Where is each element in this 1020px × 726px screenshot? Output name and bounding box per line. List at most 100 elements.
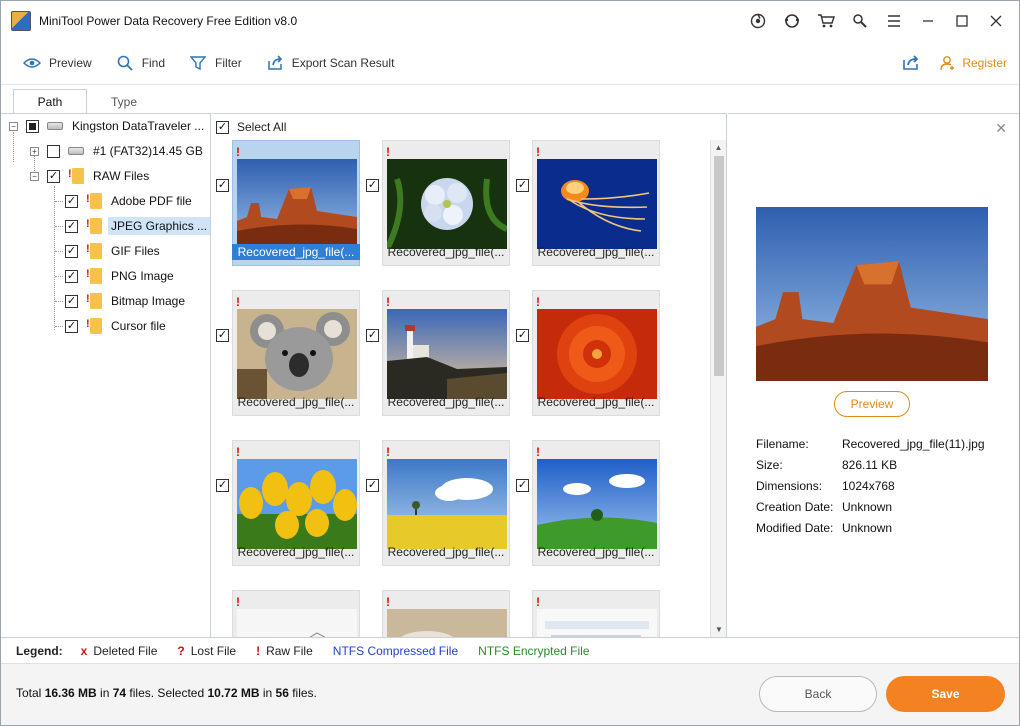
preview-button[interactable]: Preview [834,391,910,417]
thumbnail-image [237,159,357,249]
scroll-up-arrow[interactable]: ▲ [711,140,726,156]
file-checkbox[interactable]: ✓ [516,479,529,492]
mini-tool-logo-icon [11,11,31,31]
file-caption: Recovered_jpg_file(... [537,245,655,259]
raw-file-marker-icon: ! [236,295,240,309]
preview-tool-button[interactable]: Preview [23,54,92,72]
file-thumbnail[interactable]: ✓! Recovered_jpg_file(... [212,264,362,416]
tree-checkbox[interactable]: ✓ [65,194,78,208]
find-tool-button[interactable]: Find [116,54,165,72]
tree-item[interactable]: ✓ PNG Image [65,265,177,287]
usb-drive-icon [47,119,63,133]
thumbnail-image [237,309,357,399]
filter-tool-button[interactable]: Filter [189,54,242,72]
register-button[interactable]: Register [940,55,1007,71]
find-tool-label: Find [141,55,166,70]
thumbnail-image [537,459,657,549]
tree-root-label: Kingston DataTraveler ... [72,119,205,133]
file-checkbox[interactable]: ✓ [366,479,379,492]
file-grid: ✓ Select All ✓! Recovered_jpg_file(... ✓! R… [212,113,727,637]
scroll-thumb[interactable] [714,156,724,376]
tree-item[interactable]: ✓ JPEG Graphics ... [65,215,211,237]
file-thumbnail[interactable]: ! [212,564,362,637]
file-checkbox[interactable]: ✓ [366,329,379,342]
tree-item-label: Adobe PDF file [111,194,192,208]
raw-folder-icon [86,218,102,234]
tab-path[interactable]: Path [13,89,87,114]
legend-label: Lost File [190,643,237,658]
maximize-icon[interactable] [945,7,979,35]
file-checkbox[interactable]: ✓ [516,329,529,342]
tree-checkbox[interactable]: ✓ [65,269,78,283]
info-value: Unknown [842,521,893,535]
raw-file-marker-icon: ! [386,595,390,609]
collapse-icon[interactable]: − [9,121,18,131]
tree-item[interactable]: ✓ Adobe PDF file [65,190,195,212]
menu-icon[interactable] [877,7,911,35]
file-checkbox[interactable]: ✓ [216,179,229,192]
tree-checkbox[interactable] [26,119,39,133]
file-thumbnail[interactable]: ✓! Recovered_jpg_file(... [212,414,362,566]
thumbnail-frame[interactable]: ! [232,590,360,637]
tree-checkbox[interactable]: ✓ [65,319,78,333]
file-checkbox[interactable]: ✓ [366,179,379,192]
key-icon[interactable] [843,7,877,35]
tab-type[interactable]: Type [87,89,161,113]
legend-label: NTFS Encrypted File [478,643,590,658]
tree-raw-files[interactable]: − ✓ RAW Files [30,165,152,187]
legend-symbol-icon: ? [177,643,185,658]
expand-icon[interactable]: + [30,146,39,156]
raw-file-marker-icon: ! [386,445,390,459]
minimize-icon[interactable] [911,7,945,35]
close-preview-icon[interactable]: ✕ [995,120,1007,137]
collapse-icon[interactable]: − [30,171,39,181]
save-button[interactable]: Save [886,676,1005,712]
file-thumbnail[interactable]: ✓! Recovered_jpg_file(... [512,414,662,566]
app-window: MiniTool Power Data Recovery Free Editio… [0,0,1020,726]
info-value: 1024x768 [842,479,895,493]
file-info-row: Modified Date: Unknown [756,521,892,535]
scroll-down-arrow[interactable]: ▼ [711,622,726,637]
tree-item[interactable]: ✓ Cursor file [65,315,169,337]
tree-item[interactable]: ✓ Bitmap Image [65,290,188,312]
raw-file-marker-icon: ! [536,145,540,159]
close-icon[interactable] [979,7,1013,35]
cart-icon[interactable] [809,7,843,35]
thumbnail-frame[interactable]: ! [532,590,660,637]
file-thumbnail[interactable]: ! [512,564,662,637]
tree-checkbox[interactable]: ✓ [65,219,78,233]
file-checkbox[interactable]: ✓ [516,179,529,192]
file-checkbox[interactable]: ✓ [216,479,229,492]
file-thumbnail[interactable]: ✓! Recovered_jpg_file(... [512,264,662,416]
back-button[interactable]: Back [759,676,877,712]
file-thumbnail[interactable]: ✓! Recovered_jpg_file(... [362,114,512,266]
info-key: Size: [756,458,783,472]
thumbnail-image [387,459,507,549]
window-title: MiniTool Power Data Recovery Free Editio… [39,14,298,28]
legend-label: Raw File [266,643,313,658]
tree-checkbox[interactable]: ✓ [65,294,78,308]
tree-checkbox[interactable] [47,144,60,158]
file-thumbnail[interactable]: ✓! Recovered_jpg_file(... [212,114,362,266]
file-thumbnail[interactable]: ✓! Recovered_jpg_file(... [512,114,662,266]
export-scan-result-button[interactable]: Export Scan Result [266,54,394,72]
toolbar: Preview Find Filter Export Scan Result R… [1,41,1019,85]
support-icon[interactable] [741,7,775,35]
file-thumbnail[interactable]: ! [362,564,512,637]
tree-checkbox[interactable]: ✓ [47,169,60,183]
thumbnail-frame[interactable]: ! [382,590,510,637]
tree-partition[interactable]: + #1 (FAT32)14.45 GB [30,140,206,162]
tree-item[interactable]: ✓ GIF Files [65,240,163,262]
tree-root[interactable]: − Kingston DataTraveler ... [9,115,207,137]
tree-checkbox[interactable]: ✓ [65,244,78,258]
file-caption: Recovered_jpg_file(... [237,395,355,409]
file-thumbnail[interactable]: ✓! Recovered_jpg_file(... [362,414,512,566]
raw-file-marker-icon: ! [386,145,390,159]
share-icon[interactable] [902,54,920,72]
vertical-scrollbar[interactable]: ▲ ▼ [710,140,726,637]
file-checkbox[interactable]: ✓ [216,329,229,342]
raw-file-marker-icon: ! [236,595,240,609]
thumbnail-image [537,309,657,399]
file-thumbnail[interactable]: ✓! Recovered_jpg_file(... [362,264,512,416]
help-icon[interactable] [775,7,809,35]
